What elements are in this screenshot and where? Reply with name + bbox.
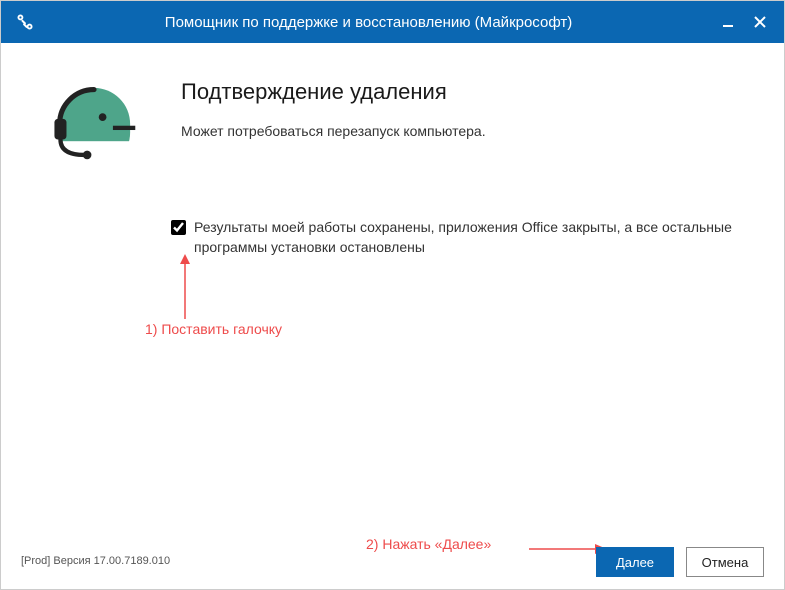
headset-avatar-icon (51, 81, 137, 167)
close-button[interactable] (744, 6, 776, 38)
footer: [Prod] Версия 17.00.7189.010 Далее Отмен… (1, 533, 784, 589)
window-title: Помощник по поддержке и восстановлению (… (45, 14, 712, 31)
assistant-avatar (51, 81, 151, 172)
confirm-checkbox-label[interactable]: Результаты моей работы сохранены, прилож… (194, 218, 754, 257)
page-heading: Подтверждение удаления (181, 79, 754, 105)
footer-buttons: Далее Отмена (596, 547, 764, 577)
annotation-arrow-1 (175, 254, 195, 324)
page-subtext: Может потребоваться перезапуск компьютер… (181, 123, 754, 139)
content-area: Подтверждение удаления Может потребовать… (1, 43, 784, 533)
window: Помощник по поддержке и восстановлению (… (0, 0, 785, 590)
app-icon (13, 10, 37, 34)
hero-row: Подтверждение удаления Может потребовать… (31, 73, 754, 172)
titlebar: Помощник по поддержке и восстановлению (… (1, 1, 784, 43)
next-button[interactable]: Далее (596, 547, 674, 577)
confirm-checkbox-row: Результаты моей работы сохранены, прилож… (171, 218, 754, 257)
window-controls (712, 6, 776, 38)
main-text: Подтверждение удаления Может потребовать… (181, 73, 754, 139)
minimize-button[interactable] (712, 6, 744, 38)
confirm-checkbox[interactable] (171, 220, 186, 235)
cancel-button[interactable]: Отмена (686, 547, 764, 577)
version-label: [Prod] Версия 17.00.7189.010 (21, 555, 170, 567)
annotation-step-1: 1) Поставить галочку (145, 321, 282, 337)
